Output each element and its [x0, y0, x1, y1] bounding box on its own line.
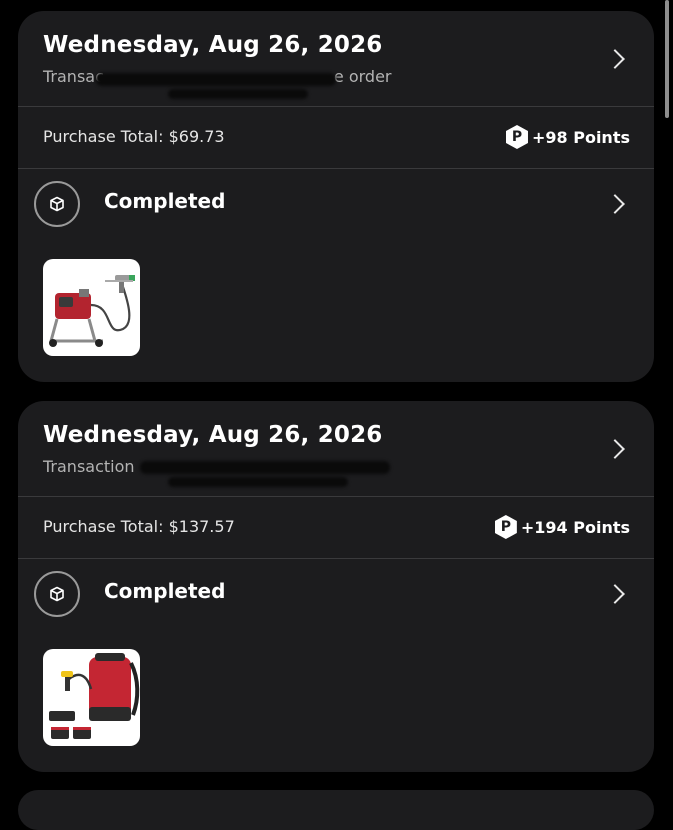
chevron-right-icon[interactable]: [605, 194, 625, 214]
redaction-mark: [168, 89, 308, 99]
redaction-mark: [168, 477, 348, 487]
chevron-right-icon[interactable]: [605, 584, 625, 604]
transaction-prefix: Transac: [43, 67, 104, 86]
order-date: Wednesday, Aug 26, 2026: [43, 32, 383, 58]
order-card[interactable]: Wednesday, Aug 26, 2026 Transac e order P…: [18, 11, 654, 382]
status-row[interactable]: Completed: [18, 559, 654, 629]
transaction-suffix: e order: [333, 67, 392, 86]
transaction-line: Transaction: [43, 457, 135, 476]
points-badge-icon: P: [494, 515, 517, 539]
purchase-total: Purchase Total: $69.73: [43, 127, 225, 146]
order-header[interactable]: Wednesday, Aug 26, 2026 Transaction: [18, 401, 654, 496]
paint-sprayer-image[interactable]: [43, 259, 140, 356]
scrollbar[interactable]: [665, 0, 669, 118]
package-icon: [34, 181, 80, 227]
order-date: Wednesday, Aug 26, 2026: [43, 422, 383, 448]
transaction-prefix: Transaction: [43, 457, 135, 476]
points-label: +98 Points: [531, 127, 630, 147]
order-header[interactable]: Wednesday, Aug 26, 2026 Transac e order: [18, 11, 654, 106]
chevron-right-icon[interactable]: [605, 439, 625, 459]
totals-row: Purchase Total: $69.73 P +98 Points: [18, 107, 654, 168]
totals-row: Purchase Total: $137.57 P +194 Points: [18, 497, 654, 558]
status-row[interactable]: Completed: [18, 169, 654, 239]
points-badge-icon: P: [505, 125, 528, 149]
chevron-right-icon[interactable]: [605, 49, 625, 69]
status-completed: Completed: [104, 189, 226, 213]
points-earned: P +98 Points: [505, 125, 630, 149]
redaction-mark: [140, 461, 390, 474]
package-icon: [34, 571, 80, 617]
points-earned: P +194 Points: [494, 515, 630, 539]
points-label: +194 Points: [520, 517, 630, 537]
backpack-sprayer-image[interactable]: [43, 649, 140, 746]
order-card[interactable]: Wednesday, Aug 26, 2026 Transaction Purc…: [18, 401, 654, 772]
purchase-total: Purchase Total: $137.57: [43, 517, 235, 536]
order-card[interactable]: [18, 790, 654, 830]
redaction-mark: [96, 73, 336, 86]
status-completed: Completed: [104, 579, 226, 603]
